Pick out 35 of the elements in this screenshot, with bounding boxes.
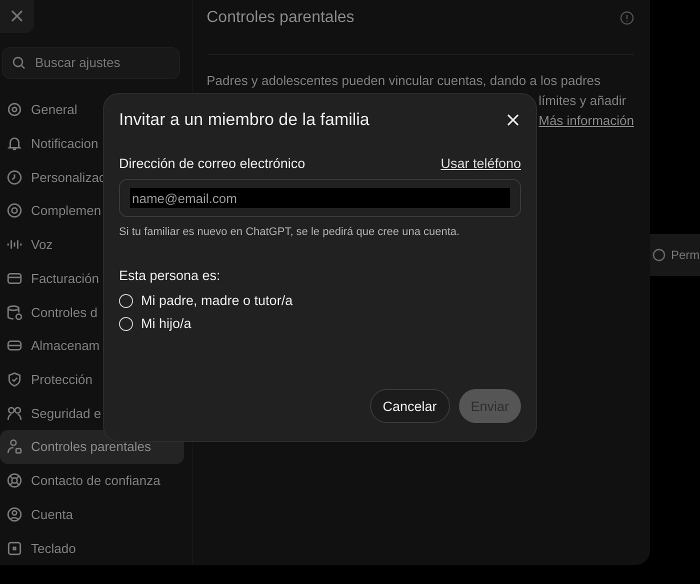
user-icon [6, 506, 23, 523]
side-panel-text: Perm [671, 248, 700, 262]
ring-icon [6, 472, 23, 490]
question-label: Esta persona es: [119, 268, 222, 283]
cancel-button[interactable]: Cancelar [370, 389, 450, 423]
people-icon [6, 404, 23, 422]
sidebar-item[interactable]: Cuenta [0, 498, 184, 532]
learn-more-link[interactable]: Más información [538, 113, 634, 128]
description-text: límites y añadir [538, 92, 628, 110]
data-icon [6, 304, 23, 321]
help-icon[interactable] [620, 11, 634, 25]
sidebar-item[interactable]: Seguridad e [0, 396, 184, 430]
page-title: Controles parentales [206, 9, 354, 27]
bell-icon [6, 134, 23, 152]
close-icon [505, 112, 521, 128]
option-label: Mi hijo/a [141, 316, 192, 331]
sidebar-item[interactable]: Teclado [0, 531, 184, 566]
email-label: Dirección de correo electrónico [119, 156, 306, 171]
sidebar-item[interactable]: Protección [0, 362, 184, 396]
hint-text: Si tu familiar es nuevo en ChatGPT, se le pedirá que cree una cuenta. [119, 226, 461, 238]
search-field[interactable]: Buscar ajustes [2, 46, 180, 79]
dialog-title: Invitar a un miembro de la familia [119, 110, 370, 130]
key-icon [6, 540, 23, 557]
radio-button[interactable] [119, 316, 133, 330]
use-phone-link[interactable]: Usar teléfono [440, 156, 521, 171]
description-text: Padres y adolescentes pueden vincular cuentas, dando a los padres [206, 72, 602, 90]
parent-icon [6, 438, 23, 456]
email-field[interactable]: name@email.com [119, 179, 521, 217]
sidebar-item[interactable]: Contacto de confianza [0, 464, 184, 498]
radio-button[interactable] [119, 294, 133, 308]
close-icon [10, 9, 24, 24]
shield-icon [6, 371, 23, 388]
close-button[interactable] [505, 112, 521, 128]
option-label: Mi padre, madre o tutor/a [141, 293, 293, 308]
search-icon [12, 56, 26, 70]
